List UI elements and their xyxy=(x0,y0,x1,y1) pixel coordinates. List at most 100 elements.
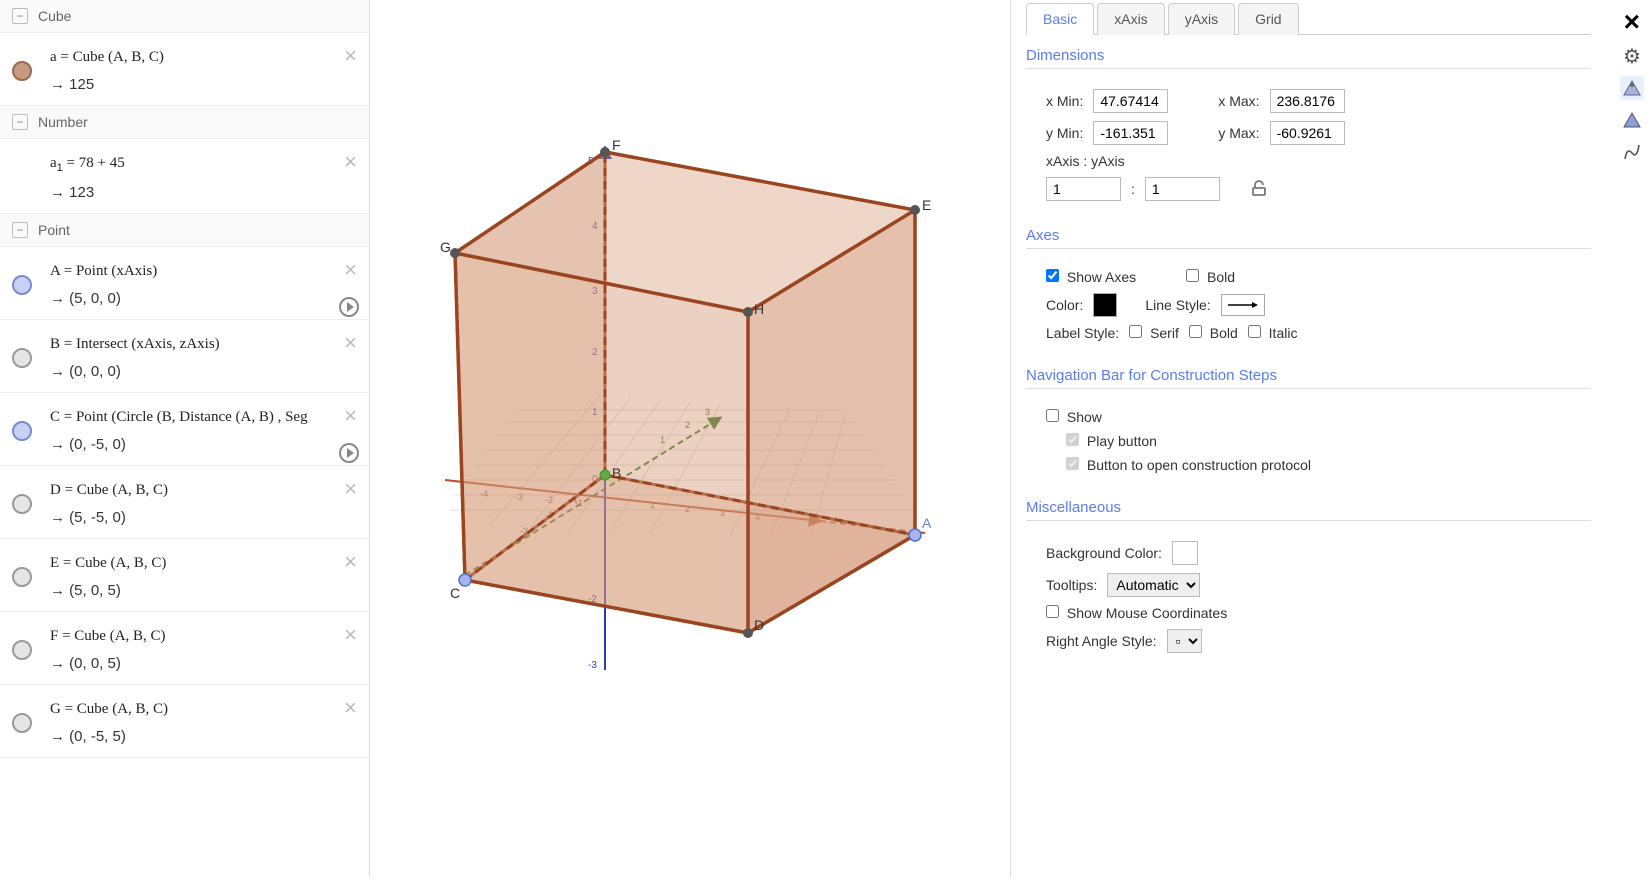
algebra-item[interactable]: E = Cube (A, B, C) → (5, 0, 5) × xyxy=(0,539,369,612)
delete-icon[interactable]: × xyxy=(344,403,357,429)
algebra-group-header[interactable]: −Number xyxy=(0,106,369,139)
delete-icon[interactable]: × xyxy=(344,476,357,502)
close-icon[interactable]: × xyxy=(1624,6,1640,38)
svg-text:C: C xyxy=(450,585,460,601)
ymax-input[interactable] xyxy=(1270,121,1345,145)
vertex-D[interactable] xyxy=(743,628,753,638)
item-value: → 123 xyxy=(50,184,361,201)
right-angle-select[interactable]: ▫ xyxy=(1167,629,1202,653)
algebra-group-header[interactable]: −Point xyxy=(0,214,369,247)
delete-icon[interactable]: × xyxy=(344,330,357,356)
item-definition: A = Point (xAxis) xyxy=(50,263,361,280)
algebra-item[interactable]: A = Point (xAxis) → (5, 0, 0) × xyxy=(0,247,369,320)
svg-text:F: F xyxy=(612,137,621,153)
collapse-icon[interactable]: − xyxy=(12,114,28,130)
algebra-item[interactable]: a = Cube (A, B, C) → 125 × xyxy=(0,33,369,106)
tab-grid[interactable]: Grid xyxy=(1238,3,1298,35)
bg-color-swatch[interactable] xyxy=(1172,541,1198,565)
label-italic-checkbox[interactable]: Italic xyxy=(1248,325,1298,341)
vertex-F[interactable] xyxy=(600,147,610,157)
graphics3d-icon[interactable] xyxy=(1620,108,1644,132)
cube-3d-svg: 5 4 3 2 1 -2 -3 -4-3-2-1 1234 123 -1-2-3… xyxy=(370,0,1010,877)
tab-xaxis[interactable]: xAxis xyxy=(1097,3,1164,35)
play-icon[interactable] xyxy=(339,297,359,317)
collapse-icon[interactable]: − xyxy=(12,222,28,238)
spreadsheet-icon[interactable] xyxy=(1620,140,1644,164)
delete-icon[interactable]: × xyxy=(344,149,357,175)
line-style-select[interactable] xyxy=(1221,294,1265,316)
ratio-x-input[interactable] xyxy=(1046,177,1121,201)
ymax-label: y Max: xyxy=(1218,125,1259,141)
algebra-item[interactable]: a1 = 78 + 45 → 123 × xyxy=(0,139,369,214)
item-value: → (0, -5, 5) xyxy=(50,728,361,745)
algebra-item[interactable]: D = Cube (A, B, C) → (5, -5, 0) × xyxy=(0,466,369,539)
visibility-dot[interactable] xyxy=(12,61,32,81)
view-icon-rail: ⚙ xyxy=(1620,44,1644,164)
svg-text:A: A xyxy=(922,515,932,531)
section-misc: Miscellaneous xyxy=(1026,499,1591,521)
label-bold-checkbox[interactable]: Bold xyxy=(1189,325,1238,341)
algebra-item[interactable]: F = Cube (A, B, C) → (0, 0, 5) × xyxy=(0,612,369,685)
collapse-icon[interactable]: − xyxy=(12,8,28,24)
tab-basic[interactable]: Basic xyxy=(1026,3,1094,35)
show-axes-checkbox[interactable]: Show Axes xyxy=(1046,269,1136,285)
vertex-H[interactable] xyxy=(743,307,753,317)
tab-yaxis[interactable]: yAxis xyxy=(1168,3,1235,35)
lock-icon[interactable] xyxy=(1250,179,1268,200)
graphics-3d-view[interactable]: 5 4 3 2 1 -2 -3 -4-3-2-1 1234 123 -1-2-3… xyxy=(370,0,1010,877)
visibility-dot[interactable] xyxy=(12,494,32,514)
delete-icon[interactable]: × xyxy=(344,549,357,575)
item-definition: C = Point (Circle (B, Distance (A, B) , … xyxy=(50,409,361,426)
tooltips-select[interactable]: Automatic xyxy=(1107,573,1200,597)
svg-text:H: H xyxy=(754,301,764,317)
group-label: Point xyxy=(38,222,70,238)
group-label: Number xyxy=(38,114,88,130)
algebra-item[interactable]: G = Cube (A, B, C) → (0, -5, 5) × xyxy=(0,685,369,758)
properties-tabs: Basic xAxis yAxis Grid xyxy=(1026,2,1591,35)
algebra-group-header[interactable]: −Cube xyxy=(0,0,369,33)
visibility-dot[interactable] xyxy=(12,275,32,295)
delete-icon[interactable]: × xyxy=(344,695,357,721)
vertex-E[interactable] xyxy=(910,205,920,215)
vertex-B[interactable] xyxy=(600,470,610,480)
ymin-input[interactable] xyxy=(1093,121,1168,145)
item-value: → 125 xyxy=(50,76,361,93)
svg-text:G: G xyxy=(440,239,451,255)
delete-icon[interactable]: × xyxy=(344,43,357,69)
axes-color-swatch[interactable] xyxy=(1093,293,1117,317)
algebra-item[interactable]: B = Intersect (xAxis, zAxis) → (0, 0, 0)… xyxy=(0,320,369,393)
visibility-dot[interactable] xyxy=(12,713,32,733)
ratio-y-input[interactable] xyxy=(1145,177,1220,201)
item-definition: a = Cube (A, B, C) xyxy=(50,49,361,66)
axis-ratio-label: xAxis : yAxis xyxy=(1046,153,1125,169)
xmin-input[interactable] xyxy=(1093,89,1168,113)
delete-icon[interactable]: × xyxy=(344,622,357,648)
nav-proto-checkbox: Button to open construction protocol xyxy=(1066,457,1311,473)
bg-color-label: Background Color: xyxy=(1046,545,1162,561)
visibility-dot[interactable] xyxy=(12,640,32,660)
visibility-dot[interactable] xyxy=(12,567,32,587)
right-angle-label: Right Angle Style: xyxy=(1046,633,1157,649)
algebra-item[interactable]: C = Point (Circle (B, Distance (A, B) , … xyxy=(0,393,369,466)
properties-panel: × ⚙ Basic xAxis yAxis Grid Dimensions x … xyxy=(1010,0,1650,877)
vertex-A[interactable] xyxy=(909,529,921,541)
vertex-C[interactable] xyxy=(459,574,471,586)
show-mouse-checkbox[interactable]: Show Mouse Coordinates xyxy=(1046,605,1227,621)
visibility-dot[interactable] xyxy=(12,348,32,368)
gear-icon[interactable]: ⚙ xyxy=(1620,44,1644,68)
visibility-dot[interactable] xyxy=(12,421,32,441)
graphics2d-icon[interactable] xyxy=(1620,76,1644,100)
play-icon[interactable] xyxy=(339,443,359,463)
item-definition: a1 = 78 + 45 xyxy=(50,155,361,174)
xmax-input[interactable] xyxy=(1270,89,1345,113)
algebra-panel[interactable]: −Cube a = Cube (A, B, C) → 125 × −Number… xyxy=(0,0,370,877)
delete-icon[interactable]: × xyxy=(344,257,357,283)
svg-text:D: D xyxy=(754,617,764,633)
axes-color-label: Color: xyxy=(1046,297,1083,313)
vertex-G[interactable] xyxy=(450,248,460,258)
axes-bold-checkbox[interactable]: Bold xyxy=(1186,269,1235,285)
nav-show-checkbox[interactable]: Show xyxy=(1046,409,1102,425)
item-value: → (5, -5, 0) xyxy=(50,509,361,526)
svg-text:B: B xyxy=(612,465,621,481)
label-serif-checkbox[interactable]: Serif xyxy=(1129,325,1179,341)
